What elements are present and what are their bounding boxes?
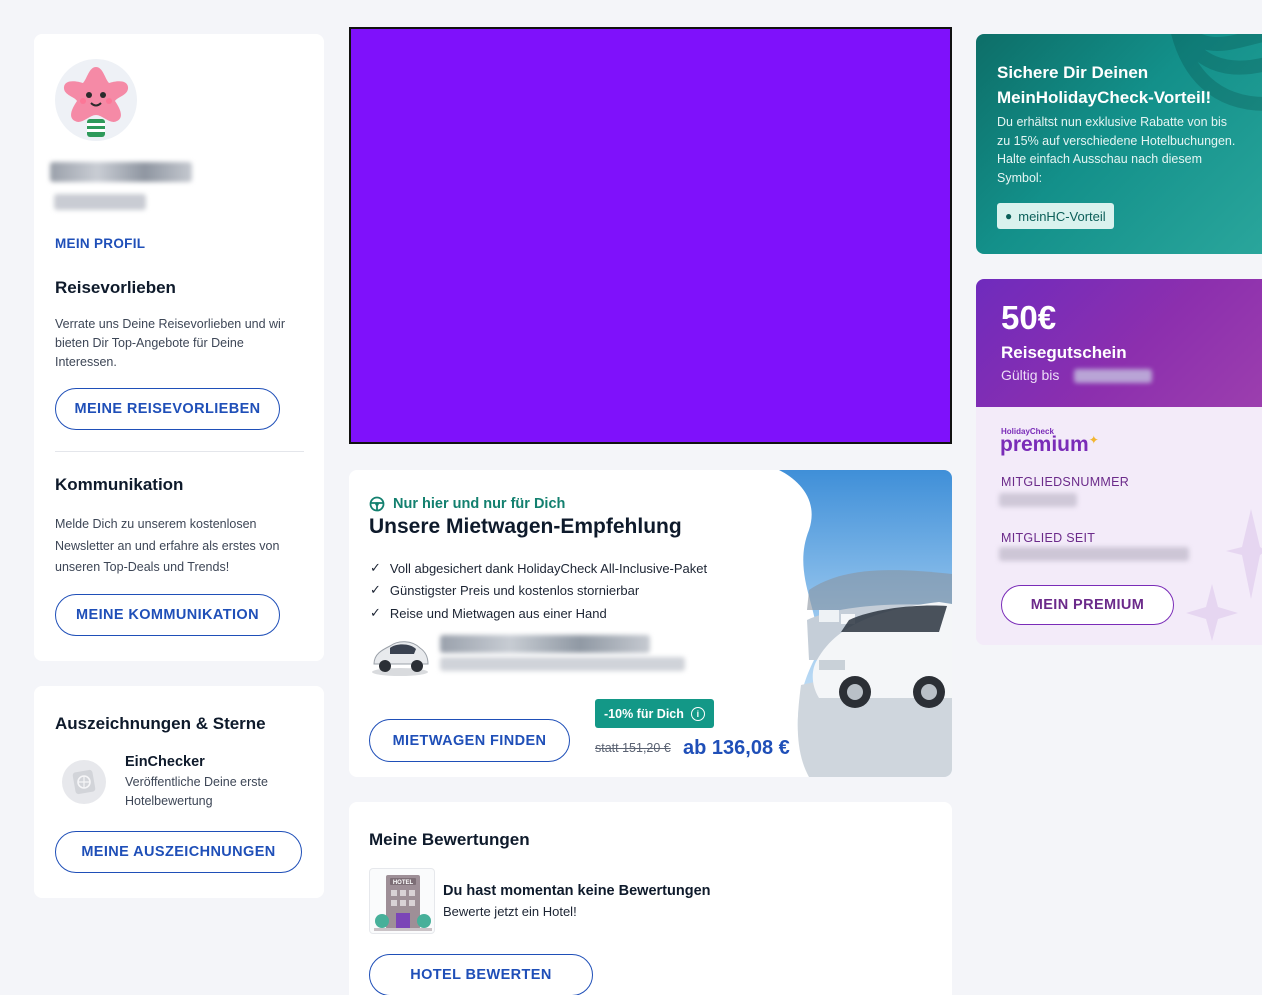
rental-tagline: Nur hier und nur für Dich — [393, 496, 566, 512]
premium-card: 50€ Reisegutschein Gültig bis HolidayChe… — [976, 279, 1262, 645]
communication-title: Kommunikation — [55, 475, 184, 494]
badge-globe-icon — [62, 760, 106, 804]
car-details-blurred — [440, 657, 685, 671]
rental-bullet: ✓ Günstigster Preis und kostenlos storni… — [370, 582, 640, 598]
rental-bullet: ✓ Voll abgesichert dank HolidayCheck All… — [370, 560, 708, 576]
member-since-blurred — [999, 547, 1189, 561]
travel-prefs-text: Verrate uns Deine Reisevorlieben und wir… — [55, 317, 285, 369]
piggy-bank-icon: ● — [1005, 209, 1013, 223]
no-reviews-title: Du hast momentan keine Bewertungen — [443, 883, 711, 899]
profile-card: MEIN PROFIL Reisevorlieben Verrate uns D… — [34, 34, 324, 661]
tagline-row: Nur hier und nur für Dich — [369, 496, 565, 512]
svg-text:HOTEL: HOTEL — [393, 880, 414, 886]
communication-button[interactable]: MEINE KOMMUNIKATION — [55, 594, 280, 636]
discount-badge[interactable]: -10% für Dich i — [595, 699, 714, 728]
check-icon: ✓ — [370, 560, 381, 575]
member-since-label: MITGLIED SEIT — [1001, 531, 1096, 545]
steering-wheel-icon — [369, 496, 385, 512]
divider — [55, 451, 304, 452]
ad-banner[interactable] — [349, 27, 952, 444]
badge-name: EinChecker — [125, 754, 205, 770]
rental-car-image — [779, 470, 952, 777]
info-icon[interactable]: i — [690, 706, 705, 721]
member-number-blurred — [999, 493, 1077, 507]
travel-prefs-title: Reisevorlieben — [55, 278, 176, 297]
premium-logo: premium✦ — [1000, 433, 1099, 456]
awards-card: Auszeichnungen & Sterne EinChecker Veröf… — [34, 686, 324, 898]
user-name-blurred — [50, 162, 192, 182]
badge-description: Veröffentliche Deine erste Hotelbewertun… — [125, 775, 268, 808]
rental-title: Unsere Mietwagen-Empfehlung — [369, 515, 682, 538]
awards-button[interactable]: MEINE AUSZEICHNUNGEN — [55, 831, 302, 873]
advantage-title: Sichere Dir Deinen MeinHolidayCheck-Vort… — [997, 63, 1212, 107]
check-icon: ✓ — [370, 605, 381, 620]
reviews-title: Meine Bewertungen — [369, 830, 530, 849]
my-profile-link[interactable]: MEIN PROFIL — [55, 236, 145, 251]
awards-title: Auszeichnungen & Sterne — [55, 714, 266, 733]
advantage-chip: ● meinHC-Vorteil — [997, 203, 1114, 229]
user-meta-blurred — [54, 194, 146, 210]
old-price: statt 151,20 € — [595, 741, 671, 755]
small-car-icon — [368, 634, 432, 678]
rental-bullet: ✓ Reise und Mietwagen aus einer Hand — [370, 605, 607, 621]
rate-hotel-button[interactable]: HOTEL BEWERTEN — [369, 954, 593, 995]
starfish-avatar-icon — [63, 67, 129, 137]
no-reviews-subtitle: Bewerte jetzt ein Hotel! — [443, 904, 577, 919]
communication-text: Melde Dich zu unserem kostenlosen Newsle… — [55, 517, 280, 574]
premium-star-icon: ✦ — [1088, 433, 1099, 447]
car-model-blurred — [440, 635, 650, 653]
find-rental-button[interactable]: MIETWAGEN FINDEN — [369, 719, 570, 762]
reviews-card: Meine Bewertungen HOTEL Du hast momentan… — [349, 802, 952, 995]
new-price: ab 136,08 € — [683, 737, 790, 759]
member-number-label: MITGLIEDSNUMMER — [1001, 475, 1130, 489]
avatar[interactable] — [55, 59, 137, 141]
advantage-text: Du erhältst nun exklusive Rabatte von bi… — [997, 115, 1236, 185]
travel-prefs-button[interactable]: MEINE REISEVORLIEBEN — [55, 388, 280, 430]
hotel-building-icon: HOTEL — [369, 868, 435, 934]
my-premium-button[interactable]: MEIN PREMIUM — [1001, 585, 1174, 625]
advantage-card: Sichere Dir Deinen MeinHolidayCheck-Vort… — [976, 34, 1262, 254]
check-icon: ✓ — [370, 582, 381, 597]
